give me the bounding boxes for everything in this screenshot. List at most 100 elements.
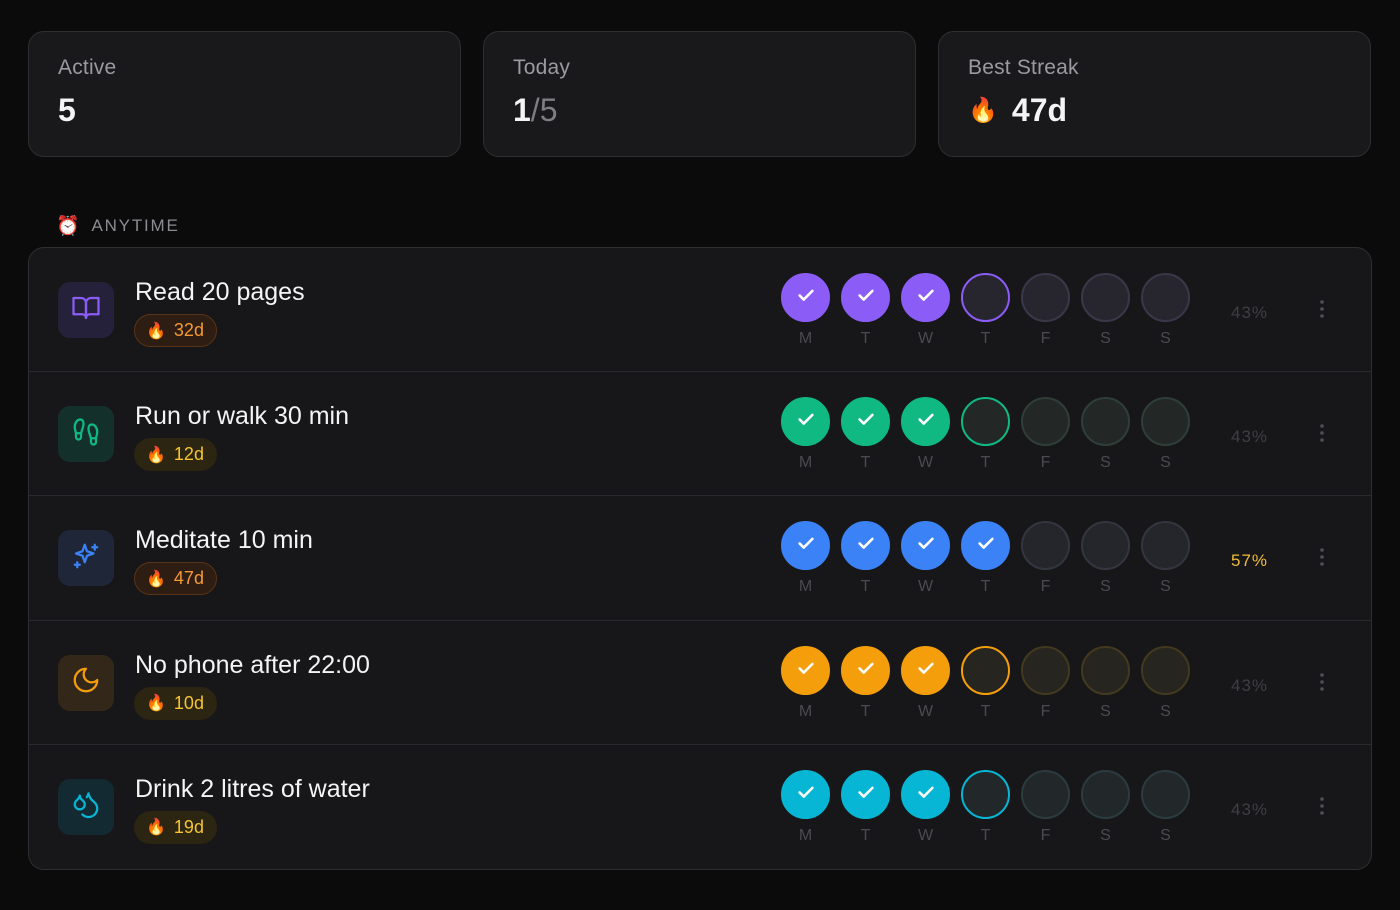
week-tracker: MTWTFSS (781, 273, 1190, 349)
habit-row[interactable]: Run or walk 30 min 🔥 12d M T W T F S S 43% (29, 372, 1371, 497)
day-column: M (781, 273, 830, 349)
day-toggle[interactable] (901, 397, 950, 447)
day-letter: S (1100, 826, 1111, 844)
habit-row[interactable]: Drink 2 litres of water 🔥 19d M T W T F S S 43% (29, 745, 1371, 869)
streak-badge: 🔥 47d (134, 562, 217, 596)
day-toggle[interactable] (1081, 273, 1130, 322)
more-options-icon[interactable] (1312, 421, 1332, 445)
check-icon (915, 532, 937, 559)
completion-percent: 43% (1231, 303, 1269, 322)
day-toggle[interactable] (961, 769, 1010, 819)
stat-label: Best Streak (968, 56, 1079, 79)
day-letter: W (917, 578, 934, 596)
habit-name[interactable]: No phone after 22:00 (135, 651, 370, 680)
day-toggle[interactable] (841, 397, 890, 447)
day-toggle[interactable] (961, 645, 1010, 695)
day-letter: S (1100, 330, 1111, 347)
check-icon (855, 657, 877, 684)
week-tracker: MTWTFSS (781, 397, 1190, 473)
day-column: S (1081, 521, 1130, 597)
day-toggle[interactable] (1081, 645, 1130, 695)
more-options-icon[interactable] (1312, 297, 1332, 321)
day-toggle[interactable] (781, 769, 830, 819)
habit-row[interactable]: Read 20 pages 🔥 32d M T W T F S S 43% (29, 248, 1371, 373)
day-toggle[interactable] (1141, 769, 1190, 819)
habit-icon-tile (58, 530, 114, 587)
day-toggle[interactable] (961, 273, 1010, 322)
section-title: ANYTIME (91, 216, 180, 235)
day-toggle[interactable] (841, 273, 890, 322)
fire-icon: 🔥 (146, 322, 166, 340)
day-column: W (901, 769, 950, 846)
check-icon (795, 284, 817, 311)
day-toggle[interactable] (781, 645, 830, 695)
habit-name[interactable]: Read 20 pages (135, 278, 305, 307)
day-column: T (961, 397, 1010, 473)
stat-card-today: Today 1/5 (483, 31, 916, 157)
stat-card-active: Active 5 (28, 31, 461, 157)
day-column: W (901, 645, 950, 722)
habit-name[interactable]: Drink 2 litres of water (135, 775, 370, 804)
day-letter: W (917, 702, 934, 720)
day-toggle[interactable] (1021, 645, 1070, 695)
day-toggle[interactable] (1081, 521, 1130, 571)
day-letter: F (1040, 578, 1051, 596)
day-toggle[interactable] (841, 521, 890, 571)
day-column: T (841, 769, 890, 846)
day-column: S (1081, 645, 1130, 722)
day-toggle[interactable] (901, 645, 950, 695)
habit-row[interactable]: No phone after 22:00 🔥 10d M T W T F S S 43% (29, 621, 1371, 745)
day-toggle[interactable] (901, 273, 950, 322)
day-toggle[interactable] (1021, 397, 1070, 447)
day-column: S (1081, 769, 1130, 846)
check-icon (795, 781, 817, 808)
week-tracker: MTWTFSS (781, 645, 1190, 722)
day-column: T (961, 273, 1010, 349)
sparkles-icon (71, 541, 101, 576)
habit-row[interactable]: Meditate 10 min 🔥 47d M T W T F S S 57% (29, 496, 1371, 621)
day-toggle[interactable] (841, 769, 890, 819)
day-toggle[interactable] (841, 645, 890, 695)
streak-badge: 🔥 12d (134, 438, 217, 472)
stat-value: 5 (58, 92, 431, 129)
day-toggle[interactable] (1141, 645, 1190, 695)
check-icon (855, 781, 877, 808)
day-toggle[interactable] (1141, 521, 1190, 571)
today-done-count: 1 (513, 92, 531, 128)
stat-card-best-streak: Best Streak 🔥 47d (938, 31, 1371, 157)
day-toggle[interactable] (1021, 273, 1070, 322)
streak-value: 12d (173, 444, 204, 465)
check-icon (795, 532, 817, 559)
day-toggle[interactable] (961, 521, 1010, 571)
day-column: F (1021, 397, 1070, 473)
day-toggle[interactable] (1081, 397, 1130, 447)
day-toggle[interactable] (1141, 273, 1190, 322)
more-options-icon[interactable] (1312, 670, 1332, 694)
day-toggle[interactable] (1021, 769, 1070, 819)
day-toggle[interactable] (901, 521, 950, 571)
habit-name[interactable]: Meditate 10 min (135, 526, 313, 555)
day-toggle[interactable] (781, 397, 830, 447)
footprints-icon (71, 417, 101, 452)
day-toggle[interactable] (1081, 769, 1130, 819)
habit-name[interactable]: Run or walk 30 min (135, 402, 349, 431)
more-options-icon[interactable] (1312, 794, 1332, 818)
day-column: S (1141, 769, 1190, 846)
day-letter: M (798, 578, 813, 596)
week-tracker: MTWTFSS (781, 769, 1190, 846)
day-letter: S (1100, 578, 1111, 596)
more-options-icon[interactable] (1312, 545, 1332, 569)
day-toggle[interactable] (781, 273, 830, 322)
day-toggle[interactable] (1021, 521, 1070, 571)
day-column: M (781, 645, 830, 722)
day-letter: T (980, 826, 991, 844)
active-count: 5 (58, 92, 76, 128)
day-toggle[interactable] (781, 521, 830, 571)
day-toggle[interactable] (1141, 397, 1190, 447)
day-toggle[interactable] (961, 397, 1010, 447)
day-letter: F (1040, 454, 1051, 472)
check-icon (915, 657, 937, 684)
day-toggle[interactable] (901, 769, 950, 819)
day-letter: S (1100, 702, 1111, 720)
day-letter: W (917, 454, 934, 472)
